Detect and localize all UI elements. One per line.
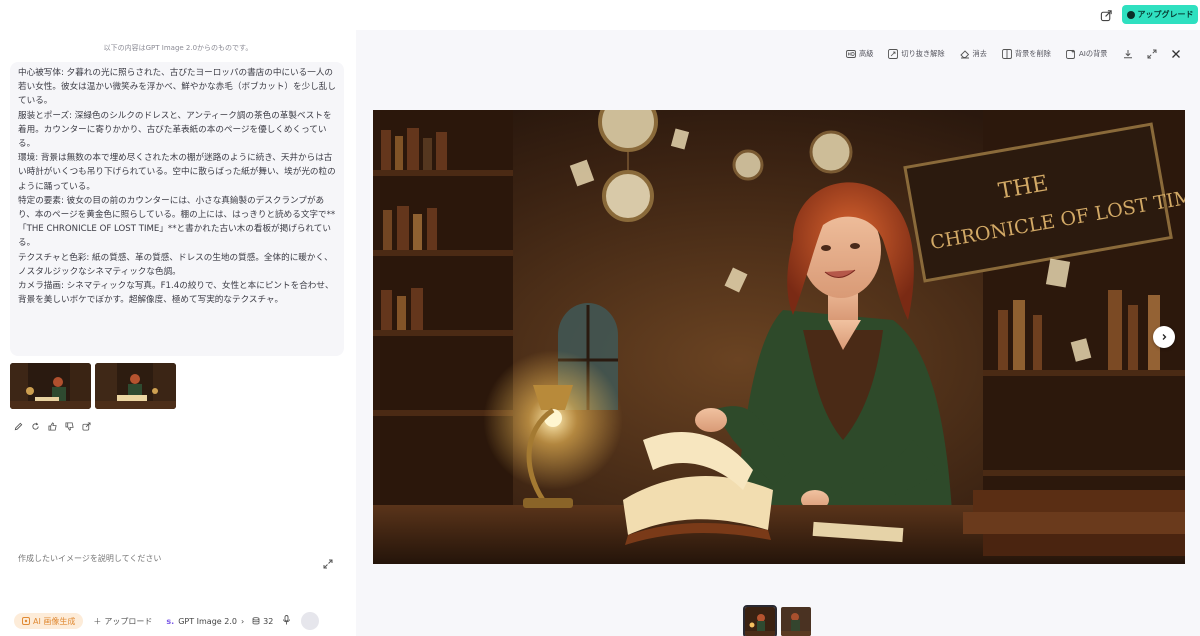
uncrop-icon [888, 49, 899, 59]
uncrop-tool[interactable]: 切り抜き解除 [888, 49, 945, 59]
remove-background-label: 背景を削除 [1014, 49, 1051, 58]
image-viewer-panel: 高級 切り抜き解除 消去 背景を削除 AIの背景 THE CHRONICLE O… [356, 30, 1200, 636]
filmstrip-thumbnail-2[interactable] [781, 607, 811, 636]
fullscreen-icon[interactable] [1146, 48, 1158, 60]
generated-image: THE CHRONICLE OF LOST TIME [373, 110, 1185, 564]
upgrade-icon [1126, 10, 1135, 19]
microphone-icon[interactable] [282, 615, 291, 627]
eraser-icon [959, 50, 969, 59]
app-window: アップグレード 以下の内容はGPT Image 2.0からのものです。 中心被写… [0, 0, 1200, 636]
remove-background-icon [1001, 49, 1012, 59]
thumbs-up-icon[interactable] [47, 421, 58, 432]
filmstrip-thumbnail-1[interactable] [743, 605, 777, 636]
image-toolbar: 高級 切り抜き解除 消去 背景を削除 AIの背景 [846, 47, 1194, 61]
remove-background-tool[interactable]: 背景を削除 [1001, 49, 1051, 59]
hd-icon [846, 50, 856, 58]
regenerate-icon[interactable] [30, 421, 41, 432]
image-icon [22, 617, 30, 625]
share-icon[interactable] [1097, 6, 1115, 24]
erase-label: 消去 [972, 49, 987, 58]
ai-background-icon [1065, 49, 1075, 59]
prompt-input[interactable] [18, 554, 308, 563]
upload-button[interactable]: ＋ アップロード [93, 616, 152, 627]
ai-image-generation-button[interactable]: AI 画像生成 [14, 613, 84, 629]
ai-background-tool[interactable]: AIの背景 [1065, 49, 1108, 59]
edit-icon[interactable] [13, 421, 24, 432]
result-thumbnail-2[interactable] [95, 363, 176, 409]
expand-icon[interactable] [323, 554, 335, 569]
model-notice: 以下の内容はGPT Image 2.0からのものです。 [103, 44, 253, 52]
database-icon [252, 617, 260, 625]
model-logo-icon: s. [166, 616, 175, 626]
result-thumbnail-1[interactable] [10, 363, 91, 409]
thumbs-down-icon[interactable] [64, 421, 75, 432]
upscale-tool[interactable]: 高級 [846, 49, 873, 59]
ai-background-label: AIの背景 [1078, 49, 1108, 58]
erase-tool[interactable]: 消去 [959, 49, 987, 59]
close-icon[interactable] [1170, 48, 1182, 60]
top-bar: アップグレード [0, 0, 1200, 30]
send-button[interactable] [301, 612, 320, 630]
chat-panel: 以下の内容はGPT Image 2.0からのものです。 中心被写体: 夕暮れの光… [0, 30, 356, 636]
uncrop-label: 切り抜き解除 [901, 49, 945, 58]
upscale-label: 高級 [859, 49, 874, 58]
ai-image-generation-label: AI 画像生成 [33, 616, 76, 626]
upgrade-label: アップグレード [1137, 10, 1194, 19]
upload-label: アップロード [104, 616, 153, 626]
upgrade-button[interactable]: アップグレード [1122, 5, 1198, 24]
next-image-button[interactable] [1153, 326, 1175, 348]
message-actions [13, 421, 92, 432]
model-label: GPT Image 2.0 [178, 616, 237, 626]
plus-icon: ＋ [93, 616, 102, 626]
credit-counter: 32 [252, 617, 273, 626]
download-icon[interactable] [1122, 48, 1134, 60]
share-message-icon[interactable] [81, 421, 92, 432]
result-thumbnails [10, 363, 176, 409]
chevron-right-icon [1162, 334, 1167, 340]
image-filmstrip [743, 605, 811, 636]
credit-count: 32 [263, 616, 274, 626]
chevron-right-icon: › [240, 616, 245, 626]
prompt-message: 中心被写体: 夕暮れの光に照らされた、古びたヨーロッパの書店の中にいる一人の若い… [10, 62, 344, 356]
model-selector[interactable]: s. GPT Image 2.0 › [166, 617, 244, 626]
composer-toolbar: AI 画像生成 ＋ アップロード s. GPT Image 2.0 › 32 [14, 612, 344, 630]
